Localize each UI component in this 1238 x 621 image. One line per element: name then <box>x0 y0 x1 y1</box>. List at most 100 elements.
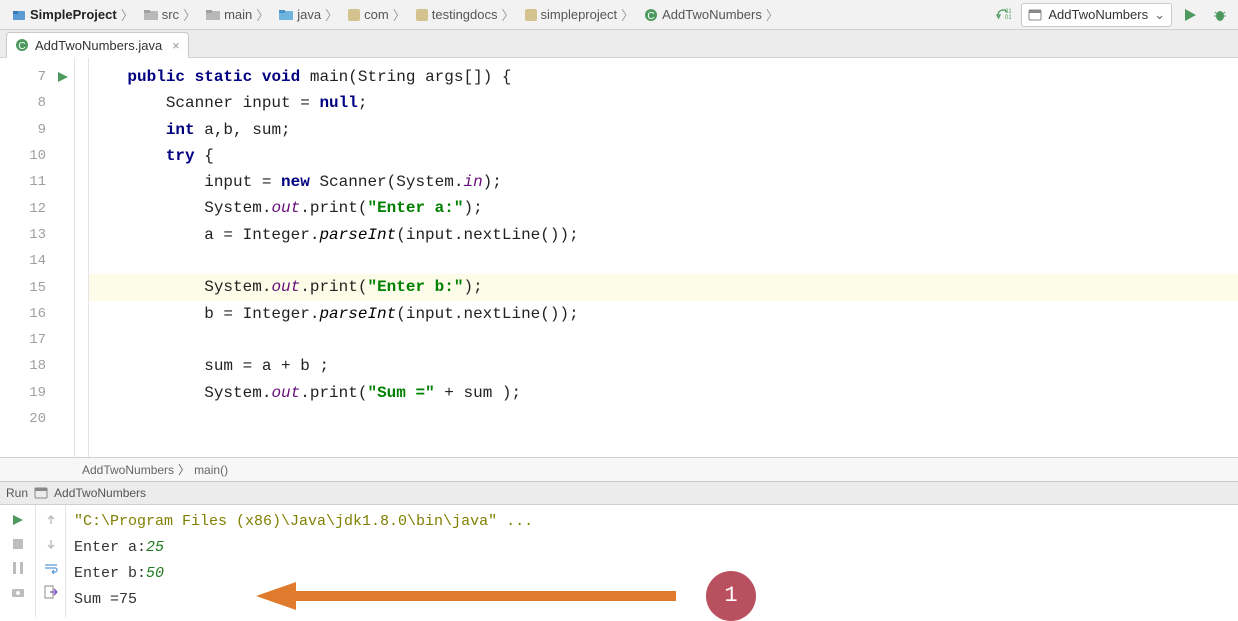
code-crumb-method: main() <box>194 463 228 477</box>
line-number: 20 <box>0 406 74 432</box>
package-icon <box>416 9 428 21</box>
class-icon: C <box>644 8 658 22</box>
line-number: 9 <box>0 117 74 143</box>
run-gutter-icon[interactable] <box>58 72 68 82</box>
stop-icon <box>13 539 23 549</box>
line-number: 16 <box>0 301 74 327</box>
line-gutter: 7 8 9 10 11 12 13 14 15 16 17 18 19 20 <box>0 58 75 457</box>
run-config-dropdown[interactable]: AddTwoNumbers ⌄ <box>1021 3 1172 27</box>
annotation-callout: 1 <box>256 571 756 621</box>
line-number: 8 <box>0 90 74 116</box>
scroll-up-button[interactable] <box>40 509 62 531</box>
breadcrumb-label: simpleproject <box>541 7 618 22</box>
breadcrumb-label: src <box>162 7 179 22</box>
sync-icon: 0101 <box>995 7 1011 23</box>
chevron-right-icon: 〉 <box>325 5 338 24</box>
code-area[interactable]: public static void main(String args[]) {… <box>89 58 1238 457</box>
pause-icon <box>13 562 23 574</box>
breadcrumb-item-class[interactable]: C AddTwoNumbers 〉 <box>638 4 783 26</box>
run-gutter-primary <box>0 505 36 617</box>
file-tab-addtwonumbers[interactable]: C AddTwoNumbers.java × <box>6 32 189 58</box>
class-icon: C <box>15 38 29 52</box>
chevron-right-icon: 〉 <box>502 5 515 24</box>
line-number: 15 <box>0 274 74 300</box>
svg-text:C: C <box>18 41 25 52</box>
soft-wrap-button[interactable] <box>40 557 62 579</box>
editor-tabs: C AddTwoNumbers.java × <box>0 30 1238 58</box>
chevron-right-icon: 〉 <box>183 5 196 24</box>
stop-button[interactable] <box>7 533 29 555</box>
debug-button[interactable] <box>1208 3 1232 27</box>
code-structure-crumb[interactable]: AddTwoNumbers 〉 main() <box>0 457 1238 481</box>
arrow-up-icon <box>45 514 57 526</box>
breadcrumb-item-testingdocs[interactable]: testingdocs 〉 <box>410 4 519 26</box>
line-number: 19 <box>0 380 74 406</box>
breadcrumb-item-java[interactable]: java 〉 <box>273 4 342 26</box>
chevron-right-icon: 〉 <box>256 5 269 24</box>
breadcrumb-label: java <box>297 7 321 22</box>
breadcrumb-label: main <box>224 7 252 22</box>
breadcrumb-label: SimpleProject <box>30 7 117 22</box>
top-toolbar: SimpleProject 〉 src 〉 main 〉 java 〉 com … <box>0 0 1238 30</box>
chevron-right-icon: 〉 <box>621 5 634 24</box>
run-button[interactable] <box>1178 3 1202 27</box>
breadcrumb: SimpleProject 〉 src 〉 main 〉 java 〉 com … <box>6 4 991 26</box>
play-icon <box>1183 8 1197 22</box>
run-tool-header[interactable]: Run AddTwoNumbers <box>0 481 1238 505</box>
line-number: 14 <box>0 248 74 274</box>
run-header-label: Run <box>6 486 28 500</box>
run-tool-window: "C:\Program Files (x86)\Java\jdk1.8.0\bi… <box>0 505 1238 617</box>
run-gutter-secondary <box>36 505 66 617</box>
annotation-badge: 1 <box>706 571 756 621</box>
breadcrumb-item-simpleproject[interactable]: simpleproject 〉 <box>519 4 639 26</box>
code-crumb-class: AddTwoNumbers <box>82 463 174 477</box>
fold-column <box>75 58 89 457</box>
breadcrumb-item-src[interactable]: src 〉 <box>138 4 200 26</box>
breadcrumb-label: testingdocs <box>432 7 498 22</box>
package-icon <box>525 9 537 21</box>
application-icon <box>1028 8 1042 22</box>
close-icon[interactable]: × <box>172 38 180 53</box>
line-number: 12 <box>0 195 74 221</box>
line-number: 17 <box>0 327 74 353</box>
dump-button[interactable] <box>7 581 29 603</box>
folder-icon <box>206 9 220 21</box>
console-cmd-line: "C:\Program Files (x86)\Java\jdk1.8.0\bi… <box>74 509 1230 535</box>
line-number: 18 <box>0 353 74 379</box>
toolbar-right: 0101 AddTwoNumbers ⌄ <box>991 3 1232 27</box>
rerun-button[interactable] <box>7 509 29 531</box>
pause-button[interactable] <box>7 557 29 579</box>
exit-icon <box>44 585 58 599</box>
breadcrumb-item-project[interactable]: SimpleProject 〉 <box>6 4 138 26</box>
package-icon <box>348 9 360 21</box>
play-icon <box>12 514 24 526</box>
chevron-right-icon: 〉 <box>178 461 190 478</box>
source-folder-icon <box>279 9 293 21</box>
line-number: 13 <box>0 222 74 248</box>
svg-text:C: C <box>648 11 655 22</box>
breadcrumb-item-main[interactable]: main 〉 <box>200 4 273 26</box>
run-config-label: AddTwoNumbers <box>1048 7 1148 22</box>
wrap-icon <box>44 562 58 574</box>
breadcrumb-label: AddTwoNumbers <box>662 7 762 22</box>
exit-button[interactable] <box>40 581 62 603</box>
camera-icon <box>11 586 25 598</box>
application-icon <box>34 486 48 500</box>
arrow-down-icon <box>45 538 57 550</box>
line-number: 11 <box>0 169 74 195</box>
code-editor[interactable]: 7 8 9 10 11 12 13 14 15 16 17 18 19 20 p… <box>0 58 1238 457</box>
svg-text:01: 01 <box>1005 15 1011 21</box>
console-output[interactable]: "C:\Program Files (x86)\Java\jdk1.8.0\bi… <box>66 505 1238 617</box>
console-row: Enter a:25 <box>74 535 1230 561</box>
run-header-target: AddTwoNumbers <box>54 486 146 500</box>
arrow-left-icon <box>256 582 296 610</box>
folder-icon <box>144 9 158 21</box>
breadcrumb-label: com <box>364 7 389 22</box>
arrow-line <box>296 591 676 601</box>
chevron-right-icon: 〉 <box>393 5 406 24</box>
line-number: 7 <box>0 64 74 90</box>
scroll-down-button[interactable] <box>40 533 62 555</box>
sync-button[interactable]: 0101 <box>991 3 1015 27</box>
chevron-right-icon: 〉 <box>766 5 779 24</box>
breadcrumb-item-com[interactable]: com 〉 <box>342 4 410 26</box>
